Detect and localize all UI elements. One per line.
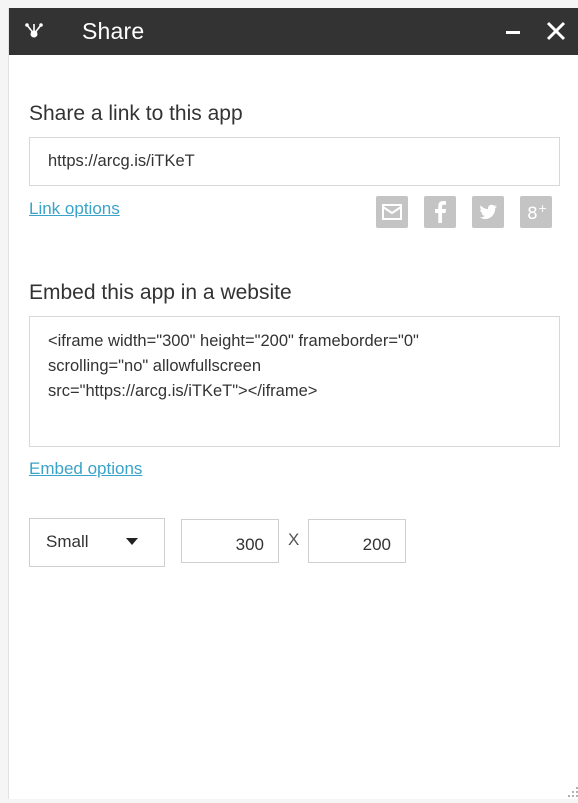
link-options-link[interactable]: Link options xyxy=(29,199,120,219)
resize-grip-icon[interactable] xyxy=(565,784,578,798)
facebook-icon[interactable] xyxy=(424,196,456,228)
svg-text:+: + xyxy=(538,202,547,215)
share-panel: Share Share a link to this app https://a… xyxy=(8,8,578,799)
size-select-value: Small xyxy=(46,532,89,551)
title-bar[interactable]: Share xyxy=(9,8,578,55)
window-title: Share xyxy=(82,18,145,44)
google-plus-icon[interactable]: 8 + xyxy=(520,196,552,228)
embed-code-line: scrolling="no" allowfullscreen xyxy=(48,357,262,375)
height-input[interactable]: 200 xyxy=(308,519,406,563)
share-app-icon xyxy=(23,20,45,42)
dimension-separator: X xyxy=(288,530,300,549)
email-icon[interactable] xyxy=(376,196,408,228)
chevron-down-icon xyxy=(126,538,138,545)
embed-app-heading: Embed this app in a website xyxy=(29,281,292,304)
close-icon[interactable] xyxy=(543,18,569,44)
embed-code-line: <iframe width="300" height="200" framebo… xyxy=(48,332,419,350)
embed-code-line: src="https://arcg.is/iTKeT"></iframe> xyxy=(48,382,318,400)
share-link-heading: Share a link to this app xyxy=(29,102,243,125)
share-url-field[interactable]: https://arcg.is/iTKeT xyxy=(29,137,560,186)
minimize-icon[interactable] xyxy=(501,18,527,44)
twitter-icon[interactable] xyxy=(472,196,504,228)
width-input[interactable]: 300 xyxy=(181,519,279,563)
svg-text:8: 8 xyxy=(527,204,538,224)
size-select[interactable]: Small xyxy=(29,518,165,567)
embed-code-field[interactable]: <iframe width="300" height="200" framebo… xyxy=(29,316,560,447)
embed-options-link[interactable]: Embed options xyxy=(29,459,142,479)
